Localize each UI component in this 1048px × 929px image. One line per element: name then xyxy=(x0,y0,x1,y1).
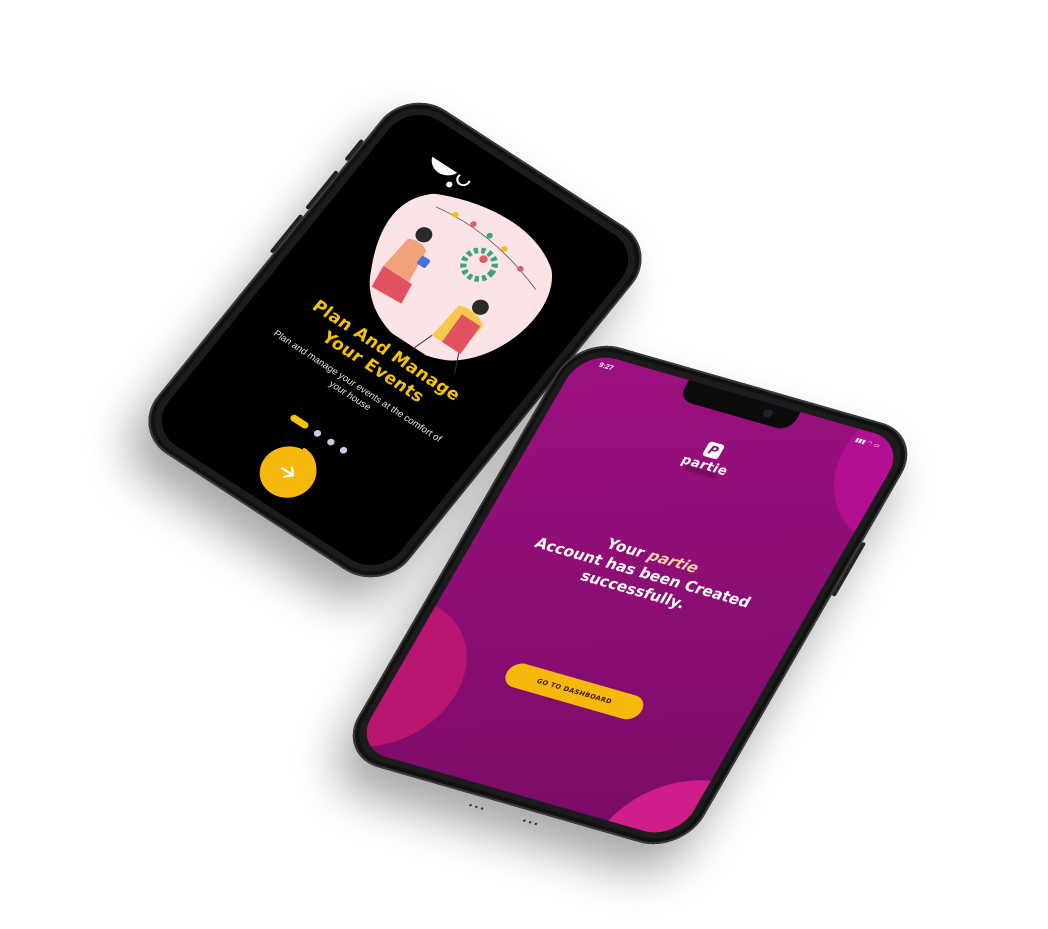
status-time: 9:27 xyxy=(597,361,615,373)
brand-mark: P xyxy=(701,441,726,460)
front-camera-icon xyxy=(761,408,775,419)
brand-name: partie xyxy=(678,452,731,480)
battery-icon: ▭ xyxy=(872,441,882,450)
pagination-dot[interactable] xyxy=(338,445,349,455)
success-message: Your partie Account has been Created suc… xyxy=(486,507,800,639)
arrow-right-icon xyxy=(281,466,295,478)
pagination-dot[interactable] xyxy=(312,428,324,439)
pagination-dot-active[interactable] xyxy=(289,413,311,431)
status-icons: ▮▮▮ ◠ ▭ xyxy=(854,437,881,450)
notch xyxy=(677,379,801,432)
side-button xyxy=(344,138,365,162)
brand-logo: P partie xyxy=(539,394,881,519)
pagination-dot[interactable] xyxy=(325,437,336,447)
next-button[interactable] xyxy=(248,436,328,508)
go-to-dashboard-button[interactable]: GO TO DASHBOARD xyxy=(500,660,649,723)
speaker-grille-icon xyxy=(469,804,538,826)
